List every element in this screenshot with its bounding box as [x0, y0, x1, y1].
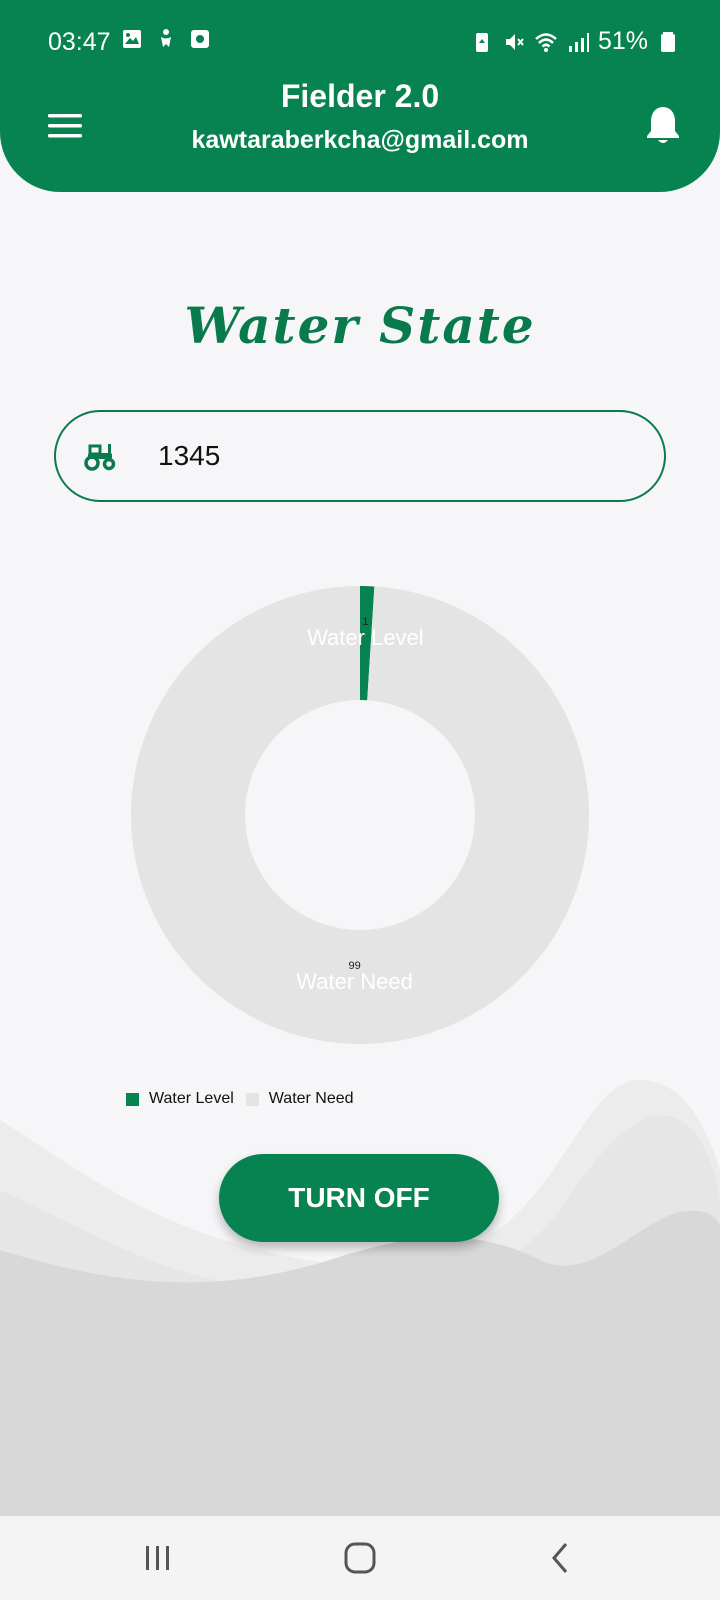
chart-legend: Water Level Water Need — [126, 1090, 366, 1108]
signal-icon — [568, 32, 589, 52]
notifications-button[interactable] — [644, 104, 682, 146]
status-bar: 03:47 51% — [0, 0, 720, 80]
mute-icon — [505, 33, 524, 50]
gallery-icon — [123, 30, 141, 48]
recent-apps-button[interactable] — [134, 1534, 182, 1582]
battery-icon — [661, 31, 675, 52]
page-title: Water State — [184, 296, 536, 355]
water-donut-chart: 1Water Level99Water Need — [130, 586, 590, 1044]
device-id-value: 1345 — [158, 440, 221, 471]
recent-apps-icon — [146, 1546, 169, 1570]
battery-saver-icon — [475, 32, 488, 52]
home-icon — [344, 1542, 376, 1574]
donut-label-water-need: Water Need — [296, 969, 413, 994]
turn-off-button[interactable]: TURN OFF — [219, 1154, 499, 1242]
legend-item-water-need: Water Need — [245, 1090, 354, 1108]
donut-label-water-level: Water Level — [307, 625, 424, 650]
legend-label-water-need: Water Need — [268, 1090, 354, 1107]
back-icon — [552, 1543, 568, 1573]
back-button[interactable] — [538, 1534, 586, 1582]
home-button[interactable] — [336, 1534, 384, 1582]
status-right-icons: 51% — [470, 27, 680, 56]
battery-percent: 51% — [597, 27, 648, 55]
bell-icon — [647, 107, 679, 143]
device-field[interactable]: 1345 — [54, 410, 666, 502]
screen-record-icon — [191, 30, 209, 48]
status-left-icons — [120, 27, 212, 51]
status-time: 03:47 — [48, 28, 111, 56]
legend-item-water-level: Water Level — [126, 1090, 234, 1108]
accessibility-icon — [161, 29, 171, 47]
app-title: Fielder 2.0 — [280, 78, 440, 114]
wifi-icon — [535, 32, 557, 52]
background-waves — [0, 1080, 720, 1520]
legend-swatch-water-level — [126, 1092, 139, 1106]
app-header: 03:47 51% Fielder 2.0 kawtaraberkcha@gma… — [0, 0, 720, 192]
tractor-icon — [84, 444, 116, 471]
system-nav-bar — [0, 1516, 720, 1600]
user-email: kawtaraberkcha@gmail.com — [191, 126, 529, 154]
legend-swatch-water-need — [245, 1092, 259, 1106]
legend-label-water-level: Water Level — [149, 1090, 234, 1107]
